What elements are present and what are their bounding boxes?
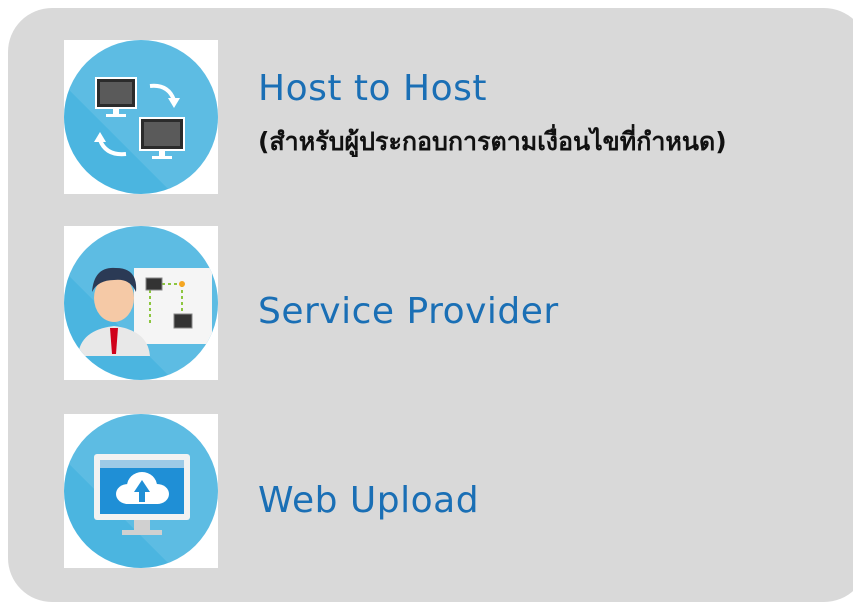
web-upload-text: Web Upload <box>258 414 479 523</box>
option-web-upload[interactable]: Web Upload <box>64 414 479 568</box>
host-to-host-text: Host to Host (สำหรับผู้ประกอบการตามเงื่อ… <box>258 40 727 159</box>
web-upload-icon <box>64 414 218 568</box>
option-service-provider[interactable]: Service Provider <box>64 226 559 380</box>
service-provider-icon-tile[interactable] <box>64 226 218 380</box>
option-title[interactable]: Host to Host <box>258 67 727 111</box>
option-title[interactable]: Web Upload <box>258 479 479 523</box>
host-to-host-icon-tile[interactable] <box>64 40 218 194</box>
option-host-to-host[interactable]: Host to Host (สำหรับผู้ประกอบการตามเงื่อ… <box>64 40 727 194</box>
service-provider-text: Service Provider <box>258 226 559 334</box>
service-provider-icon <box>64 226 218 380</box>
option-subtitle: (สำหรับผู้ประกอบการตามเงื่อนไขที่กำหนด) <box>258 127 727 156</box>
web-upload-icon-tile[interactable] <box>64 414 218 568</box>
option-title[interactable]: Service Provider <box>258 290 559 334</box>
host-to-host-icon <box>64 40 218 194</box>
